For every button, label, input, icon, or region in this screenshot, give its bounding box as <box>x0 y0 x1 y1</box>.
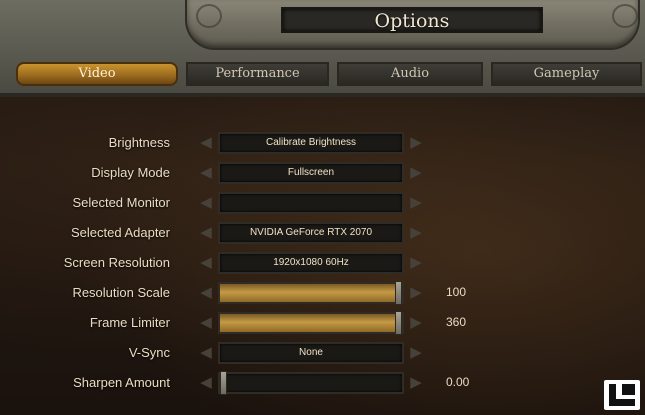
display-mode-left-arrow-icon[interactable]: ◀ <box>196 163 216 183</box>
tab-audio[interactable]: Audio <box>337 62 483 86</box>
display-mode-selector: ◀ Fullscreen ▶ <box>196 162 426 184</box>
frame-limiter-slider: ◀ ▶ <box>196 311 426 335</box>
display-mode-right-arrow-icon[interactable]: ▶ <box>406 163 426 183</box>
tab-gameplay[interactable]: Gameplay <box>491 62 642 86</box>
frame-limiter-value: 360 <box>446 315 467 329</box>
frame-limiter-track[interactable] <box>218 311 404 335</box>
screen-resolution-left-arrow-icon[interactable]: ◀ <box>196 253 216 273</box>
frame-limiter-fill <box>220 314 402 332</box>
tab-video[interactable]: Video <box>16 62 178 86</box>
resolution-scale-fill <box>220 284 402 302</box>
screen-resolution-value[interactable]: 1920x1080 60Hz <box>218 252 404 274</box>
selected-monitor-selector: ◀ ▶ <box>196 192 426 214</box>
sharpen-amount-value: 0.00 <box>446 375 470 389</box>
sharpen-amount-left-arrow-icon[interactable]: ◀ <box>196 373 216 393</box>
vsync-selector: ◀ None ▶ <box>196 342 426 364</box>
tab-divider <box>0 93 645 97</box>
brightness-label: Brightness <box>108 135 170 150</box>
resolution-scale-value: 100 <box>446 285 467 299</box>
screen-resolution-right-arrow-icon[interactable]: ▶ <box>406 253 426 273</box>
ornament-knot-left-icon <box>196 4 222 28</box>
vsync-left-arrow-icon[interactable]: ◀ <box>196 343 216 363</box>
sharpen-amount-right-arrow-icon[interactable]: ▶ <box>406 373 426 393</box>
screen-resolution-label: Screen Resolution <box>63 255 170 270</box>
resolution-scale-track[interactable] <box>218 281 404 305</box>
tab-bar: Video Performance Audio Gameplay <box>14 62 642 88</box>
tab-performance[interactable]: Performance <box>186 62 329 86</box>
title-plate: Options <box>281 7 543 33</box>
resolution-scale-handle[interactable] <box>395 281 402 305</box>
ornament-knot-right-icon <box>612 4 638 28</box>
selected-adapter-right-arrow-icon[interactable]: ▶ <box>406 223 426 243</box>
sharpen-amount-handle[interactable] <box>220 371 227 395</box>
frame-limiter-left-arrow-icon[interactable]: ◀ <box>196 313 216 333</box>
selected-monitor-right-arrow-icon[interactable]: ▶ <box>406 193 426 213</box>
vsync-right-arrow-icon[interactable]: ▶ <box>406 343 426 363</box>
brightness-selector: ◀ Calibrate Brightness ▶ <box>196 132 426 154</box>
resolution-scale-label: Resolution Scale <box>72 285 170 300</box>
display-mode-label: Display Mode <box>91 165 170 180</box>
frame-limiter-right-arrow-icon[interactable]: ▶ <box>406 313 426 333</box>
vsync-value[interactable]: None <box>218 342 404 364</box>
selected-monitor-label: Selected Monitor <box>72 195 170 210</box>
brightness-right-arrow-icon[interactable]: ▶ <box>406 133 426 153</box>
sharpen-amount-slider: ◀ ▶ <box>196 371 426 395</box>
brightness-left-arrow-icon[interactable]: ◀ <box>196 133 216 153</box>
vsync-label: V-Sync <box>128 345 170 360</box>
selected-adapter-selector: ◀ NVIDIA GeForce RTX 2070 ▶ <box>196 222 426 244</box>
selected-adapter-label: Selected Adapter <box>70 225 170 240</box>
brightness-button[interactable]: Calibrate Brightness <box>218 132 404 154</box>
watermark-logo-icon <box>604 380 640 410</box>
sharpen-amount-label: Sharpen Amount <box>73 375 170 390</box>
resolution-scale-left-arrow-icon[interactable]: ◀ <box>196 283 216 303</box>
page-title: Options <box>374 10 450 32</box>
selected-monitor-value[interactable] <box>218 192 404 214</box>
resolution-scale-right-arrow-icon[interactable]: ▶ <box>406 283 426 303</box>
resolution-scale-slider: ◀ ▶ <box>196 281 426 305</box>
sharpen-amount-track[interactable] <box>218 371 404 395</box>
selected-adapter-left-arrow-icon[interactable]: ◀ <box>196 223 216 243</box>
selected-monitor-left-arrow-icon[interactable]: ◀ <box>196 193 216 213</box>
screen-resolution-selector: ◀ 1920x1080 60Hz ▶ <box>196 252 426 274</box>
selected-adapter-value[interactable]: NVIDIA GeForce RTX 2070 <box>218 222 404 244</box>
frame-limiter-label: Frame Limiter <box>89 315 170 330</box>
frame-limiter-handle[interactable] <box>395 311 402 335</box>
display-mode-value[interactable]: Fullscreen <box>218 162 404 184</box>
